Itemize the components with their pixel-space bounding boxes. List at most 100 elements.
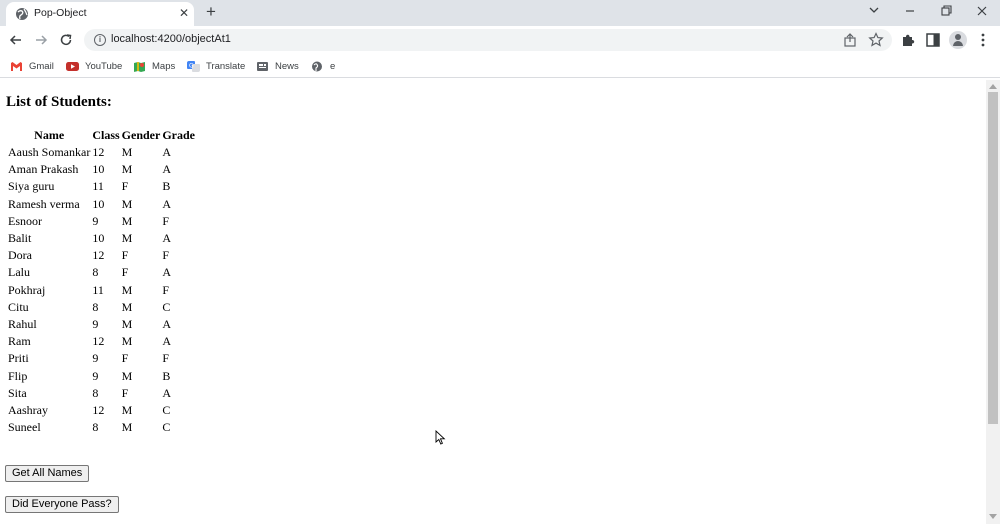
youtube-icon bbox=[66, 61, 79, 71]
column-header-grade: Grade bbox=[162, 128, 196, 142]
tab-search-chevron-icon[interactable] bbox=[862, 2, 886, 20]
cell-grade: B bbox=[162, 368, 171, 383]
cell-class: 9 bbox=[92, 213, 99, 228]
vertical-scrollbar[interactable] bbox=[986, 80, 1000, 524]
cell-class: 10 bbox=[92, 162, 105, 177]
cell-grade: A bbox=[162, 196, 172, 211]
translate-icon: G bbox=[187, 60, 200, 72]
table-row: Citu 8 M C bbox=[8, 299, 195, 316]
kebab-menu-icon[interactable] bbox=[974, 31, 992, 49]
cell-name: Suneel bbox=[8, 420, 41, 435]
cell-grade: A bbox=[162, 334, 172, 349]
bookmark-gmail[interactable]: Gmail bbox=[10, 58, 54, 74]
cell-grade: A bbox=[162, 385, 172, 400]
gmail-icon bbox=[11, 61, 22, 71]
cell-class: 12 bbox=[92, 334, 105, 349]
students-table: Name Class Gender Grade Aaush Somankar 12… bbox=[6, 127, 197, 436]
site-info-icon[interactable]: i bbox=[94, 34, 106, 46]
table-row: Ram 12 M A bbox=[8, 333, 195, 350]
cell-name: Ramesh verma bbox=[8, 196, 80, 211]
bookmark-youtube[interactable]: YouTube bbox=[66, 58, 122, 74]
cell-name: Citu bbox=[8, 299, 29, 314]
cell-grade: C bbox=[162, 420, 171, 435]
page-viewport: List of Students: Name Class Gender Grad… bbox=[0, 80, 986, 524]
cell-gender: M bbox=[121, 196, 133, 211]
table-row: Priti 9 F F bbox=[8, 350, 195, 367]
close-tab-icon[interactable]: ✕ bbox=[177, 5, 191, 21]
bookmark-maps[interactable]: Maps bbox=[133, 58, 175, 74]
cell-gender: M bbox=[121, 145, 133, 160]
scrollbar-thumb[interactable] bbox=[988, 92, 998, 424]
cell-grade: A bbox=[162, 162, 172, 177]
cell-class: 11 bbox=[92, 282, 104, 297]
bookmark-translate[interactable]: G Translate bbox=[187, 58, 245, 74]
side-panel-icon[interactable] bbox=[924, 31, 942, 49]
table-row: Dora 12 F F bbox=[8, 247, 195, 264]
bookmark-e[interactable]: e bbox=[311, 58, 335, 74]
cell-name: Siya guru bbox=[8, 179, 55, 194]
cell-gender: F bbox=[121, 265, 129, 280]
table-row: Lalu 8 F A bbox=[8, 264, 195, 281]
cell-class: 10 bbox=[92, 231, 105, 246]
minimize-icon[interactable] bbox=[898, 2, 922, 20]
table-row: Ramesh verma 10 M A bbox=[8, 196, 195, 213]
url-text[interactable]: localhost:4200/objectAt1 bbox=[111, 33, 231, 45]
did-everyone-pass-button[interactable]: Did Everyone Pass? bbox=[5, 496, 119, 513]
tab-title: Pop-Object bbox=[34, 7, 87, 19]
cell-grade: B bbox=[162, 179, 171, 194]
new-tab-button[interactable]: + bbox=[202, 2, 220, 22]
bookmarks-bar: Gmail YouTube Maps G Translate News e bbox=[0, 54, 1000, 78]
back-arrow-icon[interactable] bbox=[7, 31, 25, 49]
table-row: Siya guru 11 F B bbox=[8, 178, 195, 195]
cell-grade: A bbox=[162, 316, 172, 331]
cell-name: Sita bbox=[8, 385, 27, 400]
cell-gender: F bbox=[121, 248, 129, 263]
cell-gender: M bbox=[121, 231, 133, 246]
cell-name: Aaush Somankar bbox=[8, 145, 91, 160]
cell-name: Pokhraj bbox=[8, 282, 46, 297]
scroll-up-arrow-icon[interactable] bbox=[989, 84, 997, 89]
extensions-puzzle-icon[interactable] bbox=[899, 31, 917, 49]
students-table-body: Aaush Somankar 12 M A Aman Prakash 10 M A Siya g… bbox=[8, 144, 195, 436]
share-icon[interactable] bbox=[842, 32, 858, 48]
cell-gender: M bbox=[121, 213, 133, 228]
cell-grade: A bbox=[162, 265, 172, 280]
browser-toolbar: i localhost:4200/objectAt1 bbox=[0, 26, 1000, 54]
close-window-icon[interactable] bbox=[970, 2, 994, 20]
table-row: Sita 8 F A bbox=[8, 385, 195, 402]
globe-icon bbox=[16, 8, 28, 20]
cell-name: Flip bbox=[8, 368, 28, 383]
cell-class: 11 bbox=[92, 179, 104, 194]
cell-grade: F bbox=[162, 351, 170, 366]
cell-grade: F bbox=[162, 282, 170, 297]
cell-gender: M bbox=[121, 334, 133, 349]
bookmark-star-icon[interactable] bbox=[868, 32, 884, 48]
table-row: Esnoor 9 M F bbox=[8, 213, 195, 230]
cell-gender: M bbox=[121, 368, 133, 383]
column-header-name: Name bbox=[34, 128, 65, 142]
table-row: Balit 10 M A bbox=[8, 230, 195, 247]
forward-arrow-icon[interactable] bbox=[32, 31, 50, 49]
news-icon bbox=[257, 61, 268, 71]
reload-icon[interactable] bbox=[57, 31, 75, 49]
cell-grade: F bbox=[162, 213, 170, 228]
profile-avatar-icon[interactable] bbox=[949, 31, 967, 49]
cell-name: Rahul bbox=[8, 316, 37, 331]
cell-name: Lalu bbox=[8, 265, 30, 280]
bookmark-news[interactable]: News bbox=[256, 58, 299, 74]
cell-name: Priti bbox=[8, 351, 29, 366]
scroll-down-arrow-icon[interactable] bbox=[989, 514, 997, 519]
get-all-names-button[interactable]: Get All Names bbox=[5, 465, 90, 482]
column-header-class: Class bbox=[92, 128, 120, 142]
cell-grade: C bbox=[162, 299, 171, 314]
table-header-row: Name Class Gender Grade bbox=[8, 127, 195, 144]
restore-icon[interactable] bbox=[934, 2, 958, 20]
address-bar[interactable]: i localhost:4200/objectAt1 bbox=[84, 29, 892, 51]
table-row: Rahul 9 M A bbox=[8, 316, 195, 333]
cell-name: Aman Prakash bbox=[8, 162, 79, 177]
globe-icon bbox=[312, 61, 322, 71]
cell-class: 9 bbox=[92, 351, 99, 366]
tab-pop-object[interactable]: Pop-Object ✕ bbox=[6, 2, 194, 26]
cell-class: 8 bbox=[92, 265, 99, 280]
cell-class: 8 bbox=[92, 299, 99, 314]
